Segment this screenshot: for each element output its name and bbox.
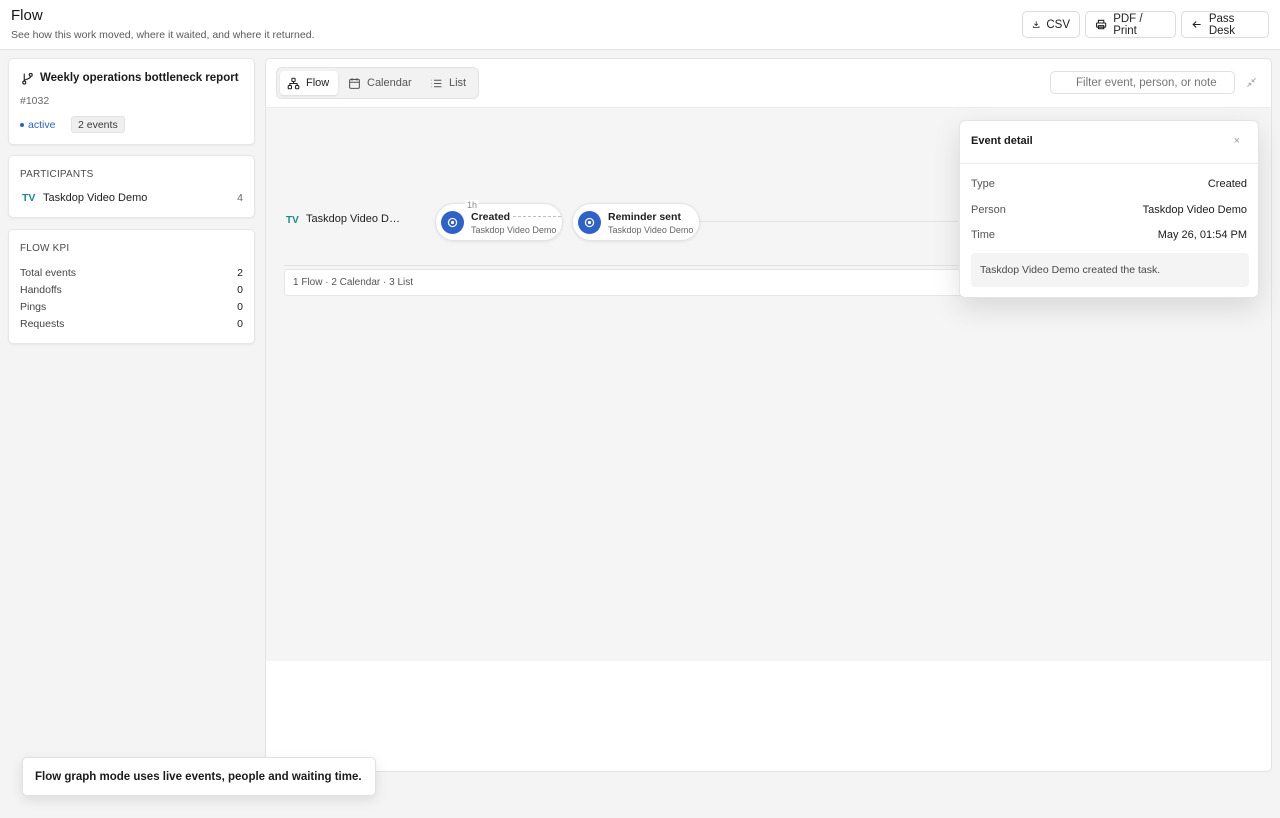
participant-count: 4 [237,192,243,204]
kpi-label: Requests [20,318,65,330]
event-node[interactable]: Reminder sent Taskdop Video Demo [572,203,700,241]
list-icon [431,79,442,87]
kpi-value: 0 [237,284,243,296]
detail-row: Time May 26, 01:54 PM [971,229,1247,241]
tab-list[interactable]: List [423,71,473,95]
kpi-row: Handoffs 0 [20,284,243,296]
printer-icon [1095,19,1107,30]
kpi-value: 0 [237,318,243,330]
download-icon [1032,21,1040,28]
print-button[interactable]: PDF / Print [1085,11,1176,38]
event-node-person: Taskdop Video Demo [608,225,694,235]
tab-calendar-label: Calendar [367,77,412,89]
participant-name: Taskdop Video Demo [43,192,148,204]
close-icon[interactable]: × [1234,135,1240,147]
event-detail-title: Event detail [971,135,1033,147]
filter-input[interactable] [1050,71,1235,94]
task-title: Weekly operations bottleneck report [40,72,239,84]
participants-heading: PARTICIPANTS [20,169,94,180]
kpi-value: 2 [237,267,243,279]
participant-initials: TV [22,192,36,204]
flow-graph-icon [287,77,300,89]
participants-card: PARTICIPANTS TV Taskdop Video Demo 4 [8,155,255,218]
event-detail-panel: Event detail × Type Created Person Taskd… [959,120,1259,298]
event-node-icon [441,211,464,234]
kpi-label: Pings [20,301,47,313]
back-to-pass-desk-button[interactable]: Pass Desk [1181,11,1269,38]
target-icon [447,217,458,228]
kpi-label: Handoffs [20,284,62,296]
detail-label: Person [971,204,1006,216]
lane-name: Taskdop Video Demo [306,213,403,225]
tab-flow-label: Flow [306,77,330,89]
arrow-left-icon [1192,21,1201,28]
lane-divider [284,265,964,266]
csv-label: CSV [1046,18,1070,31]
event-node[interactable]: Created Taskdop Video Demo [435,203,563,241]
wait-connector [513,216,561,217]
kpi-row: Pings 0 [20,301,243,313]
target-icon [584,217,595,228]
view-counts-bar: 1 Flow · 2 Calendar · 3 List [284,269,984,296]
status-badge: active [20,119,55,131]
detail-value: May 26, 01:54 PM [1157,229,1247,241]
back-label: Pass Desk [1208,12,1236,37]
event-node-person: Taskdop Video Demo [471,225,557,235]
view-switcher: Flow Calendar List [276,67,479,99]
tab-calendar[interactable]: Calendar [341,71,419,95]
lane-track [698,221,958,222]
event-node-title: Created [471,211,511,223]
kpi-row: Total events 2 [20,267,243,279]
detail-row: Person Taskdop Video Demo [971,204,1247,216]
tab-list-label: List [449,77,467,89]
flow-kpi-card: FLOW KPI Total events 2 Handoffs 0 Pings… [8,229,255,344]
collapse-icon[interactable] [1246,77,1257,88]
git-branch-icon [22,72,33,85]
print-label: PDF / Print [1113,12,1143,37]
page-subtitle: See how this work moved, where it waited… [11,29,315,41]
page-title: Flow [11,7,43,24]
detail-label: Time [971,229,996,241]
event-detail-header: Event detail × [960,121,1258,164]
event-note: Taskdop Video Demo created the task. [971,253,1249,287]
detail-value: Created [1207,178,1247,190]
kpi-label: Total events [20,267,77,279]
kpi-value: 0 [237,301,243,313]
tab-flow[interactable]: Flow [280,71,338,95]
toast-notification: Flow graph mode uses live events, people… [22,757,376,796]
kpi-row: Requests 0 [20,318,243,330]
event-node-icon [578,211,601,234]
status-dot-icon [20,123,24,127]
wait-duration: 1h [465,200,480,210]
lane-initials: TV [286,215,299,226]
detail-row: Type Created [971,178,1247,190]
events-count-badge: 2 events [71,116,125,133]
task-card: Weekly operations bottleneck report #103… [8,58,255,145]
csv-button[interactable]: CSV [1022,11,1080,38]
calendar-icon [349,77,360,89]
kpi-heading: FLOW KPI [20,243,70,254]
detail-value: Taskdop Video Demo [1142,204,1247,216]
page-header: Flow See how this work moved, where it w… [0,0,1280,50]
task-id: #1032 [20,95,50,107]
event-node-title: Reminder sent [608,211,681,223]
view-toolbar: Flow Calendar List [266,59,1271,108]
detail-label: Type [971,178,995,190]
status-label: active [28,119,56,131]
